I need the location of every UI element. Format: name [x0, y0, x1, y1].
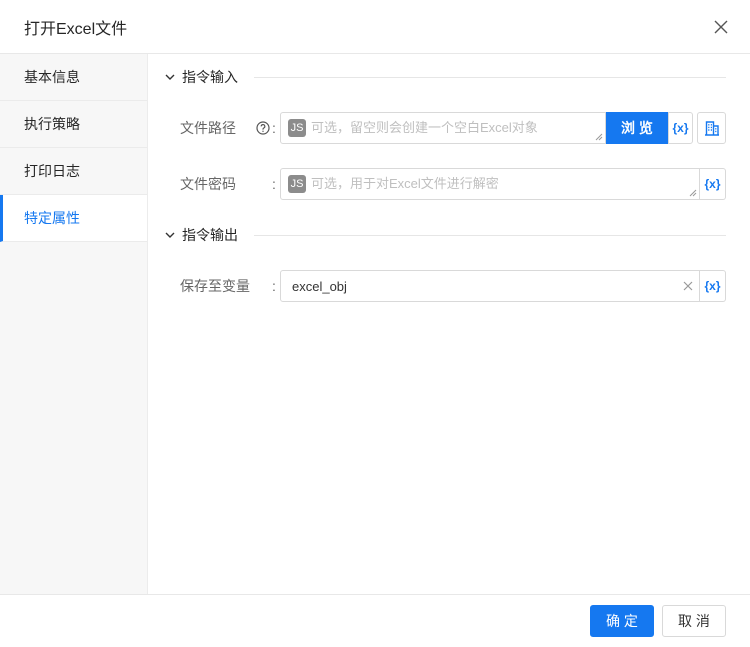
sidebar-item-special-properties[interactable]: 特定属性 — [0, 195, 147, 242]
dialog-footer: 确 定 取 消 — [0, 594, 750, 647]
dialog-title: 打开Excel文件 — [24, 20, 128, 38]
chevron-down-icon[interactable] — [164, 71, 176, 83]
sidebar-item-label: 特定属性 — [24, 210, 80, 226]
chevron-down-icon[interactable] — [164, 229, 176, 241]
file-password-field: JS {x} — [280, 168, 726, 200]
properties-panel: 指令输入 文件路径 : JS 可选，留空则会创建一个空白Excel对象 浏 览 … — [148, 54, 750, 594]
file-path-input[interactable] — [311, 113, 605, 143]
file-path-input-box[interactable]: JS — [280, 112, 606, 144]
building-icon-button[interactable] — [697, 112, 726, 144]
label-colon: : — [272, 278, 276, 294]
save-to-variable-input-box[interactable] — [280, 270, 700, 302]
form-row-file-path: 文件路径 : JS 可选，留空则会创建一个空白Excel对象 浏 览 {x} — [164, 112, 726, 144]
section-header-input[interactable]: 指令输入 — [164, 66, 726, 88]
sidebar-item-print-log[interactable]: 打印日志 — [0, 148, 147, 195]
form-row-file-password: 文件密码 : JS {x} — [164, 168, 726, 200]
form-row-save-to-variable: 保存至变量 : {x} — [164, 270, 726, 302]
open-excel-dialog: 打开Excel文件 基本信息 执行策略 打印日志 特定属性 指令输入 文件路径 … — [0, 0, 750, 647]
section-title: 指令输出 — [182, 227, 238, 243]
field-label: 文件密码 — [180, 176, 236, 192]
resize-grip-icon[interactable] — [689, 189, 697, 197]
js-badge: JS — [288, 175, 306, 193]
section-header-output[interactable]: 指令输出 — [164, 224, 726, 246]
close-icon[interactable] — [714, 20, 728, 34]
browse-button[interactable]: 浏 览 — [606, 112, 668, 144]
insert-variable-button[interactable]: {x} — [700, 270, 726, 302]
label-colon: : — [272, 176, 276, 192]
sidebar-item-label: 执行策略 — [24, 116, 80, 132]
file-password-input-box[interactable]: JS — [280, 168, 700, 200]
sidebar-item-label: 打印日志 — [24, 163, 80, 179]
sidebar-item-execution-policy[interactable]: 执行策略 — [0, 101, 147, 148]
field-label-group: 文件密码 : — [180, 168, 280, 200]
building-icon — [704, 121, 719, 136]
field-label-group: 文件路径 : — [180, 112, 280, 144]
insert-variable-button[interactable]: {x} — [668, 112, 693, 144]
help-icon[interactable] — [256, 121, 270, 135]
sidebar-item-basic-info[interactable]: 基本信息 — [0, 54, 147, 101]
label-colon: : — [272, 120, 276, 136]
cancel-button[interactable]: 取 消 — [662, 605, 726, 637]
sidebar: 基本信息 执行策略 打印日志 特定属性 — [0, 54, 148, 594]
file-path-field: JS 浏 览 {x} — [280, 112, 726, 144]
section-title: 指令输入 — [182, 69, 238, 85]
dialog-header: 打开Excel文件 — [0, 0, 750, 54]
js-badge: JS — [288, 119, 306, 137]
section-divider — [254, 234, 726, 236]
file-password-input[interactable] — [311, 169, 699, 199]
resize-grip-icon[interactable] — [595, 133, 603, 141]
save-to-variable-input[interactable] — [281, 271, 679, 301]
sidebar-item-label: 基本信息 — [24, 69, 80, 85]
insert-variable-button[interactable]: {x} — [700, 168, 726, 200]
field-label: 文件路径 — [180, 120, 236, 136]
confirm-button[interactable]: 确 定 — [590, 605, 654, 637]
field-label: 保存至变量 — [180, 278, 250, 294]
dialog-body: 基本信息 执行策略 打印日志 特定属性 指令输入 文件路径: JS 可选，留空… — [0, 54, 750, 594]
save-to-variable-field: {x} — [280, 270, 726, 302]
clear-icon[interactable] — [683, 281, 693, 291]
section-divider — [254, 76, 726, 78]
field-label-group: 保存至变量 : — [180, 270, 280, 302]
